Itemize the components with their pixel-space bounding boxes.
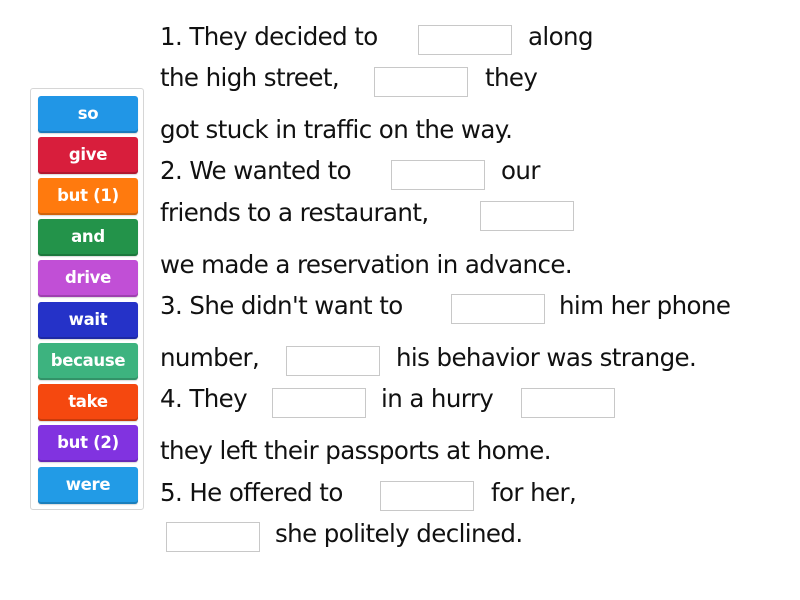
- blank-9[interactable]: [380, 481, 474, 511]
- sentence-text: number,: [160, 343, 260, 372]
- sentence-text: 2. We wanted to: [160, 156, 352, 185]
- sentence-text: for her,: [491, 478, 577, 507]
- blank-10[interactable]: [166, 522, 260, 552]
- sentence-text: along: [528, 22, 593, 51]
- sentence-text: they left their passports at home.: [160, 436, 552, 465]
- sentence-text: his behavior was strange.: [396, 343, 697, 372]
- sentence-text: 4. They: [160, 384, 248, 413]
- exercise-text: 1. They decided to along the high street…: [0, 0, 800, 600]
- sentence-text: got stuck in traffic on the way.: [160, 115, 513, 144]
- sentence-text: in a hurry: [381, 384, 494, 413]
- sentence-text: we made a reservation in advance.: [160, 250, 573, 279]
- sentence-text: friends to a restaurant,: [160, 198, 429, 227]
- sentence-text: him her phone: [559, 291, 731, 320]
- sentence-text: they: [485, 63, 538, 92]
- sentence-text: the high street,: [160, 63, 340, 92]
- blank-6[interactable]: [286, 346, 380, 376]
- blank-7[interactable]: [272, 388, 366, 418]
- blank-1[interactable]: [418, 25, 512, 55]
- sentence-text: she politely declined.: [275, 519, 523, 548]
- blank-3[interactable]: [391, 160, 485, 190]
- blank-4[interactable]: [480, 201, 574, 231]
- blank-2[interactable]: [374, 67, 468, 97]
- sentence-text: 3. She didn't want to: [160, 291, 403, 320]
- sentence-text: our: [501, 156, 540, 185]
- blank-5[interactable]: [451, 294, 545, 324]
- sentence-text: 5. He offered to: [160, 478, 343, 507]
- sentence-text: 1. They decided to: [160, 22, 378, 51]
- blank-8[interactable]: [521, 388, 615, 418]
